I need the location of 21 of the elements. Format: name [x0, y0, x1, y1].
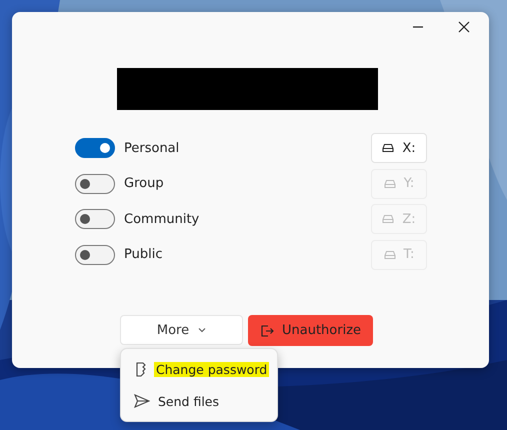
toggle-switch[interactable] — [75, 174, 115, 194]
drive-icon — [384, 250, 396, 260]
chevron-icon — [198, 327, 206, 333]
toggle-label: Personal — [124, 140, 180, 156]
drive-button[interactable]: X: — [371, 133, 427, 164]
sign-out-icon — [260, 324, 274, 338]
toggle-label: Community — [124, 212, 200, 227]
unauthorize-button[interactable]: Unauthorize — [248, 315, 373, 346]
toggle-label: Group — [124, 176, 165, 192]
toggle-switch[interactable] — [75, 209, 115, 230]
toggle-switch[interactable] — [75, 138, 115, 158]
key-icon — [134, 361, 148, 377]
toggle-label: Public — [124, 247, 164, 262]
close-icon — [458, 21, 470, 33]
toggle-switch[interactable] — [75, 244, 115, 265]
send-icon — [134, 394, 150, 408]
more-button[interactable]: More — [120, 315, 243, 345]
drive-icon — [382, 143, 394, 154]
drive-icon — [384, 178, 396, 189]
drive-icon — [382, 214, 394, 224]
menu-item[interactable]: Change password — [121, 353, 277, 385]
